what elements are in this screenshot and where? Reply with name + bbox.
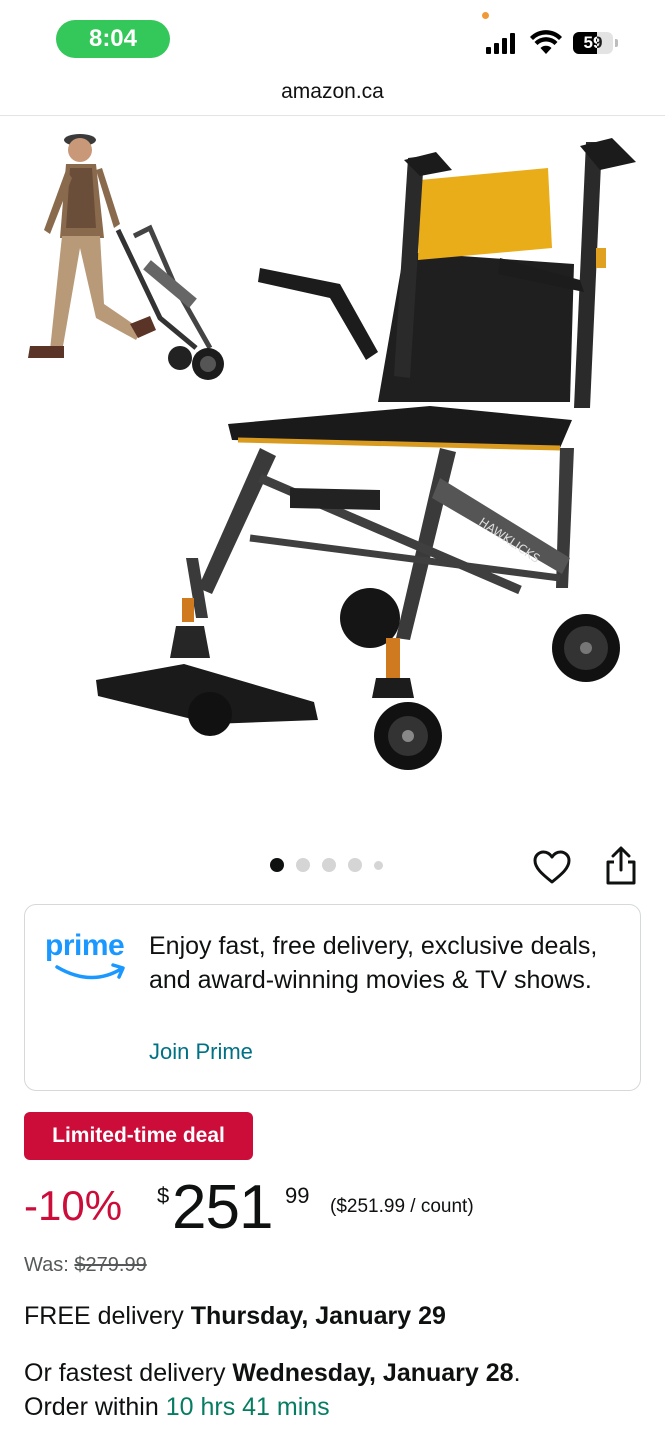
address-bar[interactable]: amazon.ca [0,76,665,116]
carousel-dot[interactable] [322,858,336,872]
carousel-dot[interactable] [348,858,362,872]
join-prime-link[interactable]: Join Prime [149,1039,253,1065]
carousel-dot[interactable] [374,860,383,870]
order-countdown: 10 hrs 41 mins [165,1393,330,1421]
wifi-icon [530,30,562,54]
prime-logo-text: prime [45,929,125,962]
url-text: amazon.ca [281,80,384,103]
signal-icon [486,32,515,54]
fastest-delivery-period: . [513,1359,521,1387]
fastest-delivery-label: Or fastest delivery [24,1359,226,1387]
prime-smile-icon [55,963,125,980]
free-delivery-date: Thursday, January 29 [190,1302,446,1330]
limited-time-deal-badge: Limited-time deal [24,1112,253,1160]
mic-indicator-dot [482,12,489,19]
was-price-value: $279.99 [74,1254,147,1276]
carousel-dot[interactable] [296,858,310,872]
battery-icon: 59 [573,32,618,54]
battery-percent: 59 [583,33,603,52]
free-delivery-line: FREE delivery Thursday, January 29 [24,1302,446,1331]
fastest-delivery-line: Or fastest delivery Wednesday, January 2… [24,1356,644,1424]
order-within-label: Order within [24,1393,159,1421]
free-delivery-label: FREE delivery [24,1302,184,1330]
price-fraction: 99 [285,1183,310,1208]
carousel-dot[interactable] [270,858,284,872]
heart-icon[interactable] [532,848,572,888]
prime-promo-card[interactable]: prime Enjoy fast, free delivery, exclusi… [24,904,641,1091]
prime-description: Enjoy fast, free delivery, exclusive dea… [149,932,598,994]
image-carousel-dots[interactable] [270,858,383,872]
prime-logo: prime [45,929,137,989]
main-wheelchair-icon: HAWKLICKS [96,138,636,770]
fastest-delivery-date: Wednesday, January 28 [232,1359,514,1387]
was-label: Was: [24,1254,69,1276]
status-time[interactable]: 8:04 [56,20,170,58]
was-price: Was: $279.99 [24,1254,147,1277]
discount-percent: -10% [24,1182,123,1229]
price-currency: $ [157,1183,170,1208]
wheelchair-product-image[interactable]: HAWKLICKS [0,118,665,838]
inset-man-icon [28,134,224,380]
status-bar: 8:04 59 [0,0,665,76]
share-icon[interactable] [602,846,640,886]
price-whole: 251 [172,1173,273,1242]
unit-price: ($251.99 / count) [330,1196,474,1217]
